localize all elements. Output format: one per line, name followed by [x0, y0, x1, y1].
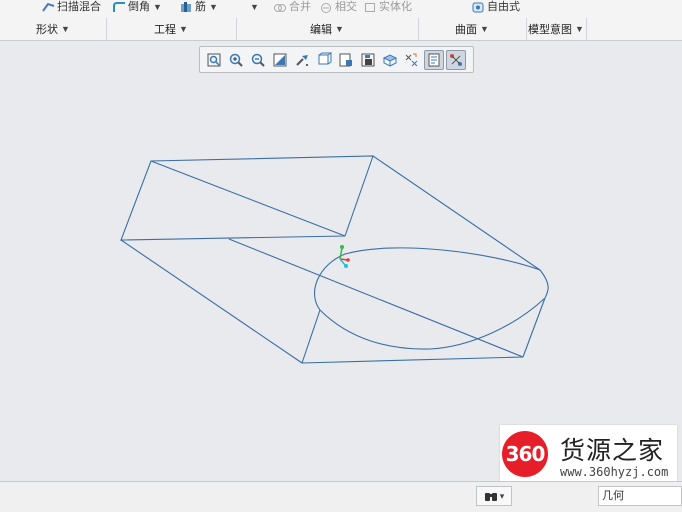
repaint-icon: [273, 53, 287, 66]
display-style-icon: [339, 53, 352, 66]
group-shape-label: 形状: [36, 24, 59, 36]
triad-y-marker: [340, 245, 344, 249]
merge-button[interactable]: 合并: [274, 0, 311, 14]
watermark-logo: 360 货源之家 www.360hyzj.com: [500, 425, 677, 485]
model-wireframe[interactable]: [120, 155, 549, 364]
selection-filter-select[interactable]: 几何: [598, 486, 682, 506]
ribbon-command-row: 扫描混合 倒角 ▼ 筋 ▼ ▼ 合并 相交 实体化 自由式: [0, 0, 682, 16]
zoom-out-icon: [251, 53, 265, 67]
triad-x-marker: [346, 258, 350, 262]
refit-button[interactable]: [204, 50, 224, 70]
freestyle-button[interactable]: 自由式: [472, 0, 520, 14]
solidify-button[interactable]: 实体化: [364, 0, 412, 14]
group-engineering-label: 工程: [154, 24, 177, 36]
view-manager-icon: [382, 53, 398, 67]
reorient-button[interactable]: [292, 50, 312, 70]
freestyle-label: 自由式: [487, 1, 520, 13]
zoom-out-button[interactable]: [248, 50, 268, 70]
saved-views-button[interactable]: [314, 50, 334, 70]
find-button[interactable]: ▾: [476, 486, 512, 506]
top-diagonal-edge[interactable]: [150, 160, 346, 237]
group-model-intent-chevron-down-icon: ▼: [575, 24, 584, 34]
display-style-button[interactable]: [336, 50, 356, 70]
group-model-intent[interactable]: 模型意图 ▼: [526, 18, 587, 40]
zoom-in-button[interactable]: [226, 50, 246, 70]
rib-chevron-down-icon[interactable]: ▼: [209, 1, 218, 13]
find-chevron-down-icon[interactable]: ▾: [500, 491, 505, 502]
ellipse-top-curve[interactable]: [314, 247, 549, 311]
sweep-blend-button[interactable]: 扫描混合: [42, 0, 101, 14]
edit-more-button[interactable]: ▼: [250, 0, 259, 14]
zoom-in-icon: [229, 53, 243, 67]
intersect-button[interactable]: 相交: [320, 0, 357, 14]
top-right-edge[interactable]: [372, 155, 541, 271]
annotation-display-icon: [428, 53, 440, 66]
group-engineering-chevron-down-icon: ▼: [179, 24, 188, 34]
datum-display-button[interactable]: [402, 50, 422, 70]
coordinate-triad: [339, 245, 350, 268]
group-surfaces-chevron-down-icon: ▼: [480, 24, 489, 34]
intersect-icon: [320, 2, 332, 13]
round-label: 倒角: [128, 1, 150, 13]
group-shape[interactable]: 形状 ▼: [0, 18, 107, 40]
section-button[interactable]: [358, 50, 378, 70]
spin-center-button[interactable]: [446, 49, 466, 70]
sweep-blend-icon: [42, 2, 55, 13]
group-engineering[interactable]: 工程 ▼: [106, 18, 237, 40]
group-editing[interactable]: 编辑 ▼: [236, 18, 419, 40]
group-model-intent-label: 模型意图: [528, 24, 573, 36]
section-icon: [361, 53, 375, 66]
group-surfaces-label: 曲面: [455, 24, 478, 36]
round-button[interactable]: 倒角 ▼: [113, 0, 162, 14]
watermark-360-badge: 360: [502, 431, 548, 477]
merge-icon: [274, 2, 286, 13]
bottom-edge[interactable]: [301, 356, 524, 364]
round-icon: [113, 1, 125, 13]
rib-button[interactable]: 筋 ▼: [180, 0, 218, 14]
saved-views-icon: [318, 52, 332, 64]
intersect-label: 相交: [335, 1, 357, 13]
ellipse-bottom-curve[interactable]: [319, 297, 546, 350]
solidify-label: 实体化: [379, 1, 412, 13]
reorient-icon: [296, 54, 308, 66]
merge-label: 合并: [289, 1, 311, 13]
rib-label: 筋: [195, 1, 206, 13]
group-editing-chevron-down-icon: ▼: [335, 24, 344, 34]
ribbon: 扫描混合 倒角 ▼ 筋 ▼ ▼ 合并 相交 实体化 自由式 形状 ▼ 工程 ▼ …: [0, 0, 682, 41]
solidify-icon: [364, 2, 376, 13]
group-shape-chevron-down-icon: ▼: [61, 24, 70, 34]
group-surfaces[interactable]: 曲面 ▼: [418, 18, 527, 40]
repaint-button[interactable]: [270, 50, 290, 70]
watermark-title: 货源之家: [560, 436, 665, 465]
status-bar: ▾ 几何: [0, 481, 682, 512]
mid-diagonal-edge[interactable]: [228, 238, 524, 358]
annotation-display-button[interactable]: [424, 49, 444, 70]
edit-chevron-down-icon[interactable]: ▼: [250, 1, 259, 13]
binoculars-icon: [484, 493, 497, 501]
front-left-edge[interactable]: [120, 239, 303, 364]
model-canvas[interactable]: [0, 80, 682, 478]
triad-y-axis: [339, 247, 343, 260]
datum-display-icon: [405, 53, 418, 66]
watermark-url: www.360hyzj.com: [560, 465, 669, 479]
sweep-blend-label: 扫描混合: [57, 1, 101, 13]
refit-icon: [207, 53, 221, 66]
view-toolbar: [199, 46, 474, 73]
rib-icon: [180, 1, 192, 13]
freestyle-icon: [472, 2, 484, 13]
left-short-edge[interactable]: [301, 309, 321, 364]
round-chevron-down-icon[interactable]: ▼: [153, 1, 162, 13]
triad-z-marker: [344, 264, 348, 268]
group-editing-label: 编辑: [310, 24, 333, 36]
view-manager-button[interactable]: [380, 50, 400, 70]
spin-center-icon: [450, 53, 462, 66]
